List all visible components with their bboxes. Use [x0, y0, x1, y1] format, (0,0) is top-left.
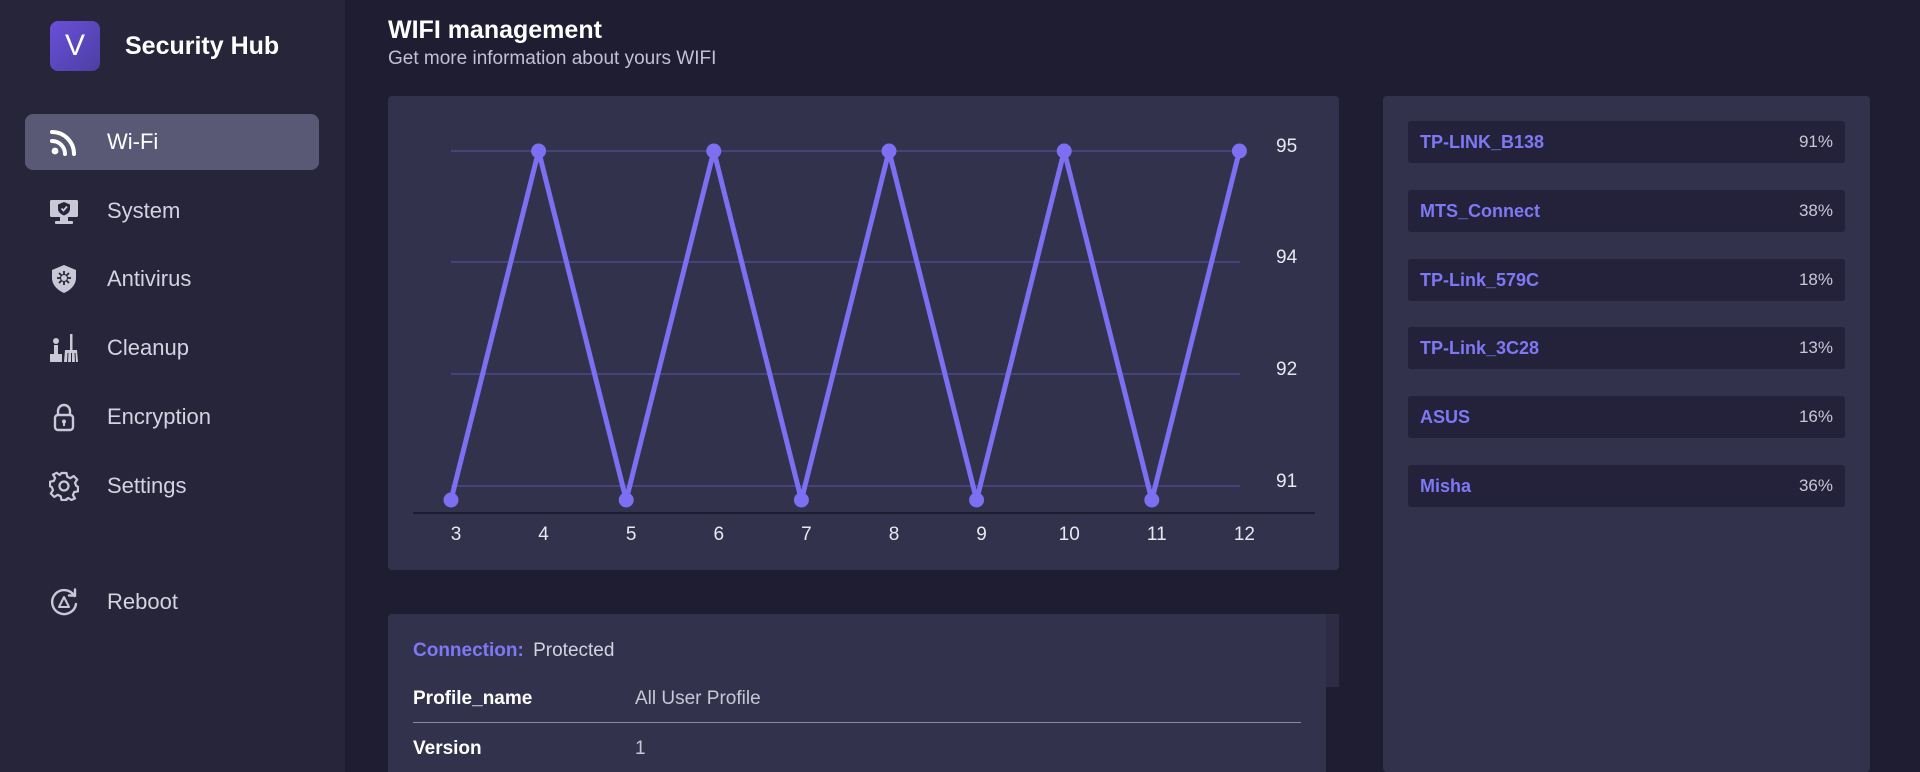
- property-row: Version 1: [413, 725, 1301, 772]
- connection-value: Protected: [533, 640, 615, 661]
- x-tick-label: 7: [801, 524, 812, 545]
- data-point: [443, 492, 459, 508]
- y-tick-label: 91: [1276, 471, 1297, 492]
- signal-chart: 95 94 92 91 3 4 5 6 7 8 9 10 11 12: [413, 136, 1315, 545]
- property-key: Version: [413, 737, 482, 759]
- network-item[interactable]: Misha 36%: [1408, 465, 1845, 507]
- data-point: [793, 492, 809, 508]
- network-name: ASUS: [1420, 406, 1471, 427]
- network-list: TP-LINK_B138 91% MTS_Connect 38% TP-Link…: [1383, 96, 1870, 772]
- sidebar-item-wifi[interactable]: Wi-Fi: [25, 114, 319, 170]
- network-name: TP-Link_3C28: [1420, 337, 1540, 358]
- y-tick-label: 92: [1276, 359, 1297, 380]
- shield-virus-icon: [48, 263, 80, 295]
- monitor-shield-icon: [48, 195, 80, 227]
- network-item[interactable]: TP-Link_3C28 13%: [1408, 327, 1845, 369]
- data-point: [618, 492, 634, 508]
- sidebar-item-label: Settings: [107, 473, 187, 498]
- x-tick-label: 3: [451, 524, 462, 545]
- connection-label: Connection:: [413, 640, 524, 661]
- data-point: [1144, 492, 1160, 508]
- property-key: Profile_name: [413, 687, 533, 709]
- network-name: TP-LINK_B138: [1420, 131, 1545, 152]
- sidebar-item-label: Wi-Fi: [107, 129, 159, 154]
- sidebar-item-reboot[interactable]: Reboot: [25, 574, 319, 630]
- brand: V Security Hub: [50, 21, 279, 71]
- connection-scrollbar[interactable]: [1326, 614, 1339, 687]
- sidebar-item-cleanup[interactable]: Cleanup: [25, 320, 319, 376]
- gear-icon: [48, 470, 80, 502]
- sidebar-item-label: System: [107, 198, 181, 223]
- sidebar-item-label: Cleanup: [107, 335, 189, 360]
- sidebar-item-label: Antivirus: [107, 266, 192, 291]
- sidebar-item-settings[interactable]: Settings: [25, 458, 319, 514]
- y-tick-label: 95: [1276, 136, 1297, 157]
- network-signal: 91%: [1798, 132, 1833, 151]
- sidebar-item-label: Reboot: [107, 589, 178, 614]
- network-item[interactable]: TP-Link_579C 18%: [1408, 259, 1845, 301]
- property-row: Profile_name All User Profile: [413, 675, 1301, 723]
- x-tick-label: 8: [889, 524, 900, 545]
- data-point: [1056, 143, 1072, 159]
- sidebar-item-system[interactable]: System: [25, 183, 319, 239]
- network-name: MTS_Connect: [1420, 200, 1541, 221]
- signal-chart-card: 95 94 92 91 3 4 5 6 7 8 9 10 11 12: [388, 96, 1339, 570]
- network-name: TP-Link_579C: [1420, 269, 1540, 290]
- network-item[interactable]: MTS_Connect 38%: [1408, 190, 1845, 232]
- network-item[interactable]: ASUS 16%: [1408, 396, 1845, 438]
- app-title: Security Hub: [125, 31, 280, 60]
- x-tick-label: 6: [714, 524, 725, 545]
- network-name: Misha: [1420, 475, 1472, 496]
- x-tick-label: 10: [1059, 524, 1080, 545]
- sidebar-item-encryption[interactable]: Encryption: [25, 389, 319, 445]
- network-signal: 18%: [1798, 270, 1833, 289]
- network-signal: 13%: [1798, 338, 1833, 357]
- sidebar-item-label: Encryption: [107, 404, 211, 429]
- x-tick-label: 4: [538, 524, 549, 545]
- network-signal: 16%: [1798, 407, 1833, 426]
- property-value: 1: [635, 737, 646, 759]
- reboot-icon: [48, 586, 80, 618]
- connection-card: Connection: Protected Profile_name All U…: [388, 614, 1326, 772]
- data-point: [706, 143, 722, 159]
- page-subtitle: Get more information about yours WIFI: [388, 48, 717, 69]
- property-value: All User Profile: [635, 687, 761, 709]
- x-tick-label: 11: [1147, 524, 1167, 545]
- lock-icon: [48, 401, 80, 433]
- broom-icon: [48, 332, 80, 364]
- data-point: [531, 143, 547, 159]
- network-signal: 36%: [1798, 476, 1833, 495]
- x-tick-label: 12: [1234, 524, 1255, 545]
- sidebar-item-antivirus[interactable]: Antivirus: [25, 251, 319, 307]
- x-tick-label: 9: [976, 524, 987, 545]
- network-item[interactable]: TP-LINK_B138 91%: [1408, 121, 1845, 163]
- network-signal: 38%: [1798, 201, 1833, 220]
- page-title: WIFI management: [388, 16, 602, 44]
- data-point: [969, 492, 985, 508]
- y-tick-label: 94: [1276, 247, 1298, 268]
- x-tick-label: 5: [626, 524, 637, 545]
- data-point: [1231, 143, 1247, 159]
- data-point: [881, 143, 897, 159]
- wifi-icon: [48, 126, 80, 158]
- sidebar: V Security Hub Wi-Fi System Antivirus Cl…: [0, 0, 345, 772]
- connection-status: Connection: Protected: [413, 640, 614, 662]
- series-line: [448, 148, 1242, 503]
- app-logo: V: [50, 21, 100, 71]
